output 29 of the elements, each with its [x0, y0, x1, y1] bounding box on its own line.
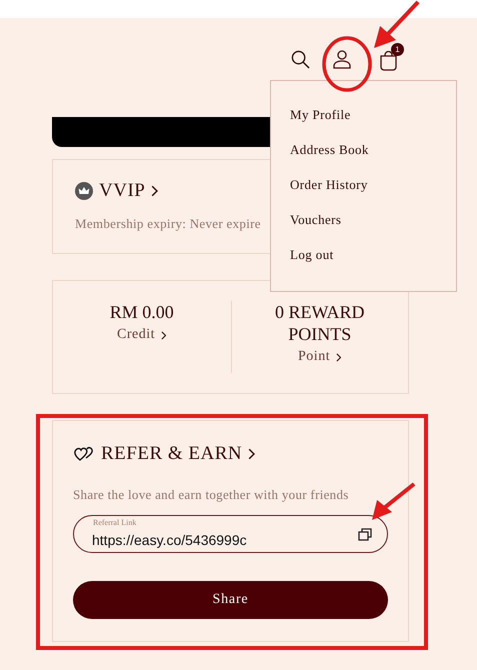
crown-icon [75, 182, 93, 200]
copy-icon[interactable] [358, 528, 372, 541]
menu-item[interactable]: Order History [290, 175, 368, 194]
menu-item[interactable]: Log out [290, 245, 334, 264]
chevron-icon [151, 185, 159, 197]
chevron-icon [336, 352, 342, 362]
annotation-arrow [374, 0, 420, 50]
balance-link[interactable]: Point [298, 349, 342, 365]
field-label: Referral Link [93, 518, 136, 527]
share-button[interactable]: Share [73, 581, 388, 619]
search-icon [290, 50, 310, 68]
referral-subtitle: Share the love and earn together with your friends [73, 487, 349, 503]
balance-link[interactable]: Credit [117, 327, 166, 343]
membership-expiry: Membership expiry: Never expire [75, 216, 261, 232]
menu-item[interactable]: Address Book [290, 140, 369, 159]
annotation-arrow [372, 482, 416, 522]
chevron-icon [248, 448, 256, 460]
menu-item[interactable]: My Profile [290, 105, 351, 124]
chevron-icon [161, 330, 166, 340]
balance-amount: RM 0.00 [110, 301, 174, 323]
menu-item[interactable]: Vouchers [290, 210, 342, 229]
annotation-circle [322, 36, 372, 92]
hearts-icon [73, 446, 95, 462]
bag-icon [378, 51, 398, 71]
referral-title[interactable]: REFER & EARN [101, 443, 242, 465]
membership-tier[interactable]: VVIP [99, 180, 146, 202]
balance-amount: 0 REWARD POINTS [274, 301, 366, 345]
person-icon [332, 49, 352, 69]
cart-count-badge: 1 [391, 43, 404, 56]
